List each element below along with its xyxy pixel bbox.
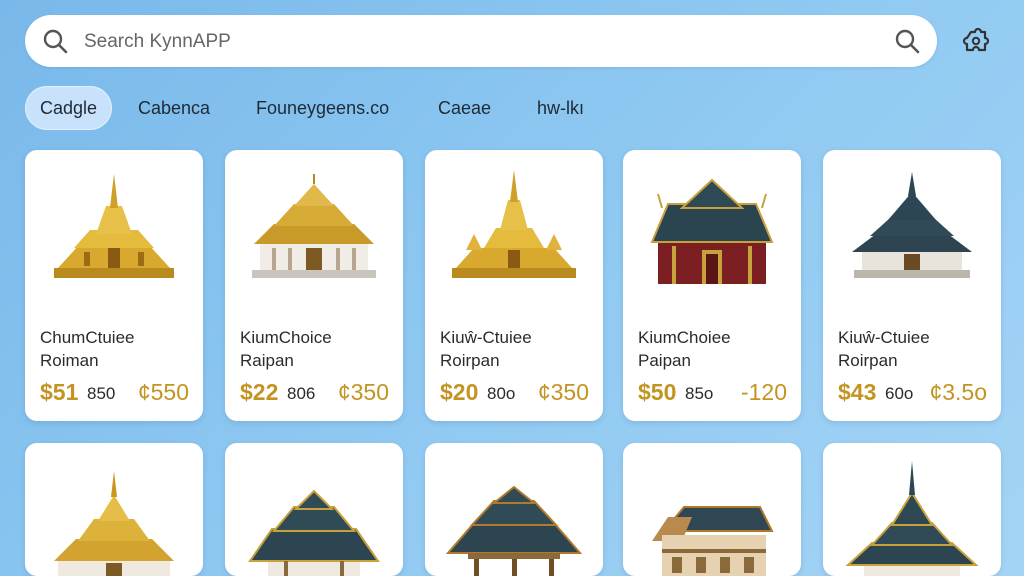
- product-old-price: 806: [287, 384, 316, 403]
- product-alt-price: ¢550: [137, 379, 189, 405]
- product-price: $51: [40, 379, 79, 405]
- golden-stupa-icon: [452, 170, 576, 278]
- tab-hw-lki[interactable]: hw-lkı: [522, 86, 599, 130]
- search-bar[interactable]: [25, 15, 937, 67]
- product-card[interactable]: [25, 443, 203, 576]
- product-title: ChumCtuiee: [40, 328, 135, 347]
- product-old-price: 850: [87, 384, 116, 403]
- product-old-price: 85o: [685, 384, 714, 403]
- product-subtitle: Roiman: [40, 351, 99, 370]
- product-title: KiumChoice: [240, 328, 332, 347]
- thai-pavilion-icon: [248, 489, 380, 576]
- product-subtitle: Roirpan: [838, 351, 898, 370]
- product-card[interactable]: [425, 443, 603, 576]
- product-price: $50: [638, 379, 677, 405]
- product-subtitle: Paipan: [638, 351, 691, 370]
- search-icon[interactable]: [42, 28, 68, 54]
- thai-pavilion-icon: [445, 485, 583, 576]
- product-alt-price: ¢350: [537, 379, 589, 405]
- product-old-price: 60o: [885, 384, 914, 403]
- product-title: KiumChoiee: [638, 328, 731, 347]
- product-card[interactable]: ChumCtuiee Roiman $51 850 ¢550: [25, 150, 203, 421]
- product-title: Kiuŵ-Ctuiee: [838, 328, 930, 347]
- product-price: $43: [838, 379, 877, 405]
- product-card[interactable]: [823, 443, 1001, 576]
- thai-pagoda-icon: [845, 461, 979, 576]
- search-submit-icon[interactable]: [894, 28, 920, 54]
- product-alt-price: -120: [740, 379, 787, 405]
- product-subtitle: Roirpan: [440, 351, 500, 370]
- product-card[interactable]: KiumChoiee Paipan $50 85o -120: [623, 150, 801, 421]
- wooden-house-icon: [652, 506, 774, 576]
- product-old-price: 80o: [487, 384, 516, 403]
- tab-founeygeens[interactable]: Founeygeens.co: [241, 86, 404, 130]
- thai-hall-icon: [650, 178, 774, 284]
- thai-temple-icon: [252, 174, 376, 278]
- product-card[interactable]: Kiuŵ-Ctuiee Roirpan $20 80o ¢350: [425, 150, 603, 421]
- product-title: Kiuŵ-Ctuiee: [440, 328, 532, 347]
- product-alt-price: ¢350: [337, 379, 389, 405]
- puzzle-gear-icon[interactable]: [961, 24, 995, 58]
- golden-stupa-icon: [54, 174, 174, 278]
- tab-caeae[interactable]: Caeae: [423, 86, 506, 130]
- product-price: $22: [240, 379, 279, 405]
- golden-temple-icon: [54, 471, 174, 576]
- product-card[interactable]: [225, 443, 403, 576]
- product-card[interactable]: KiumChoice Raipan $22 806 ¢350: [225, 150, 403, 421]
- search-input[interactable]: [82, 25, 866, 59]
- product-subtitle: Raipan: [240, 351, 294, 370]
- product-alt-price: ¢3.5o: [929, 379, 987, 405]
- tab-cabenca[interactable]: Cabenca: [123, 86, 225, 130]
- product-price: $20: [440, 379, 479, 405]
- thai-pagoda-icon: [852, 172, 972, 278]
- tab-cadgle[interactable]: Cadgle: [25, 86, 113, 130]
- product-card[interactable]: Kiuŵ-Ctuiee Roirpan $43 60o ¢3.5o: [823, 150, 1001, 421]
- product-card[interactable]: [623, 443, 801, 576]
